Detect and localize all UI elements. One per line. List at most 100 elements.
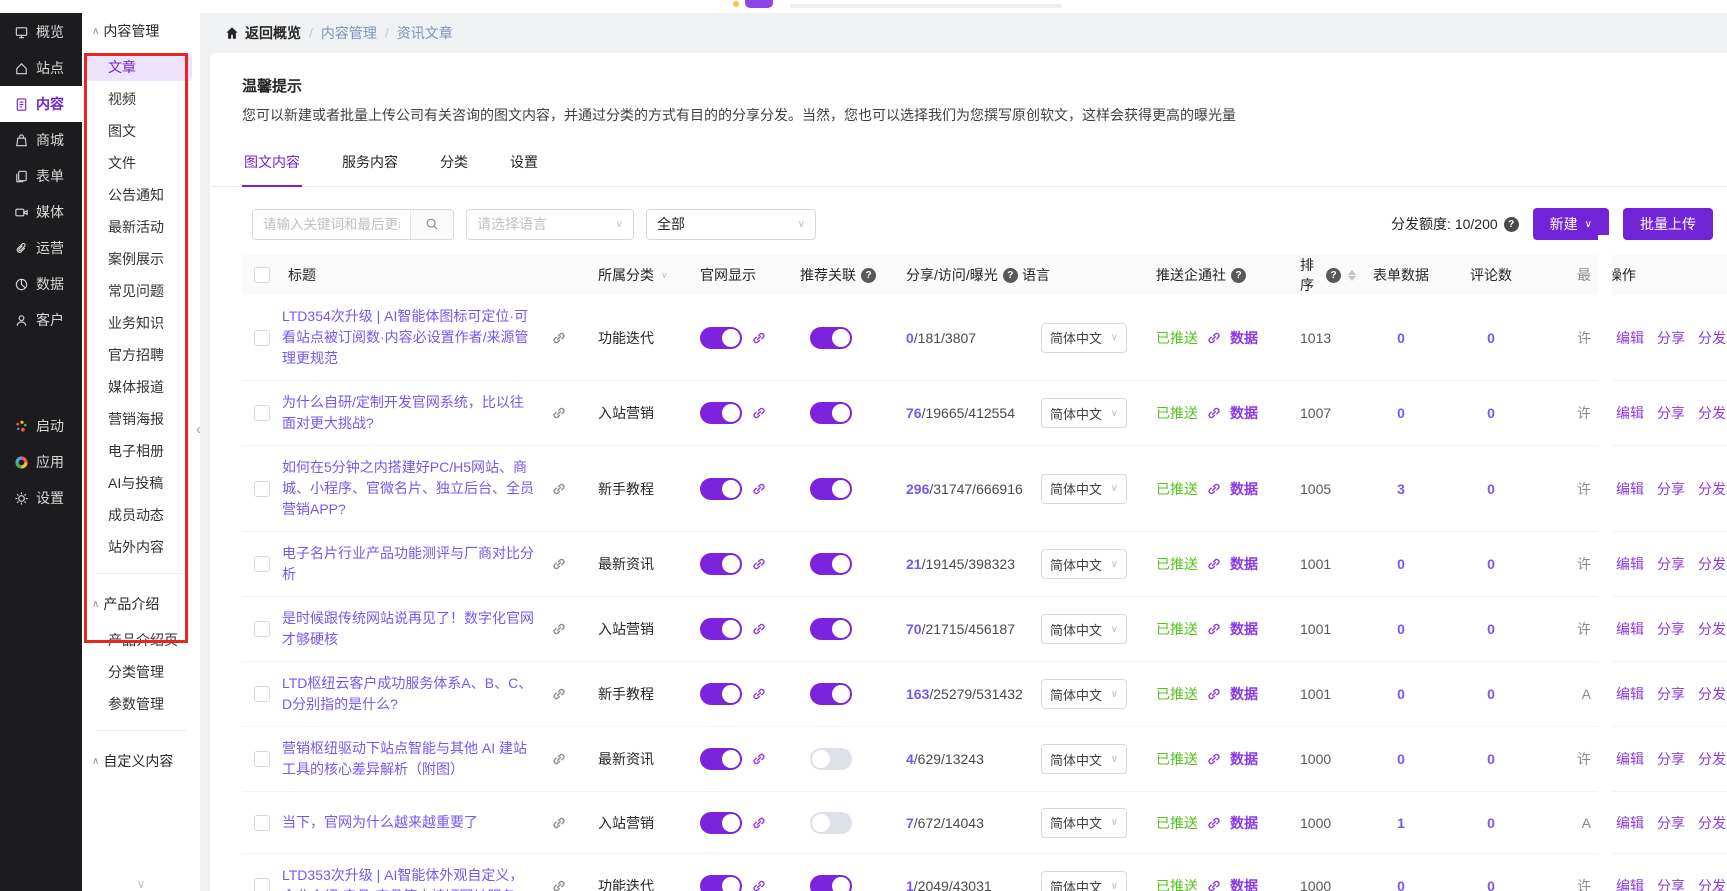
- distribute-action[interactable]: 分发: [1698, 554, 1726, 574]
- edit-action[interactable]: 编辑: [1616, 554, 1644, 574]
- row-language-select[interactable]: 简体中文 ∨: [1041, 549, 1127, 579]
- site-link-icon[interactable]: [751, 686, 767, 702]
- sidebar-item[interactable]: 商城: [0, 122, 82, 158]
- data-link[interactable]: 数据: [1230, 403, 1258, 423]
- form-data-count[interactable]: 1: [1397, 815, 1405, 831]
- submenu-item[interactable]: 文件: [86, 149, 192, 177]
- comment-count[interactable]: 0: [1487, 686, 1495, 702]
- push-link-icon[interactable]: [1206, 330, 1222, 346]
- push-link-icon[interactable]: [1206, 751, 1222, 767]
- row-language-select[interactable]: 简体中文 ∨: [1041, 614, 1127, 644]
- submenu-item[interactable]: 官方招聘: [86, 341, 192, 369]
- row-language-select[interactable]: 简体中文 ∨: [1041, 474, 1127, 504]
- link-icon[interactable]: [551, 481, 567, 497]
- submenu-item[interactable]: 最新活动: [86, 213, 192, 241]
- distribute-action[interactable]: 分发: [1698, 328, 1726, 348]
- recommend-toggle[interactable]: [810, 618, 852, 640]
- comment-count[interactable]: 0: [1487, 878, 1495, 891]
- sidebar-bottom-item[interactable]: 启动: [0, 408, 82, 444]
- row-checkbox[interactable]: [254, 686, 270, 702]
- comment-count[interactable]: 0: [1487, 556, 1495, 572]
- push-link-icon[interactable]: [1206, 556, 1222, 572]
- submenu-section-custom[interactable]: ∧ 自定义内容: [82, 743, 200, 779]
- sidebar-bottom-item[interactable]: 设置: [0, 480, 82, 516]
- tab[interactable]: 图文内容: [242, 143, 302, 187]
- sidebar-item[interactable]: 媒体: [0, 194, 82, 230]
- search-button[interactable]: [410, 210, 453, 239]
- comment-count[interactable]: 0: [1487, 751, 1495, 767]
- row-checkbox[interactable]: [254, 481, 270, 497]
- form-data-count[interactable]: 3: [1397, 481, 1405, 497]
- site-show-toggle[interactable]: [700, 618, 742, 640]
- row-language-select[interactable]: 简体中文 ∨: [1041, 808, 1127, 838]
- site-link-icon[interactable]: [751, 405, 767, 421]
- recommend-toggle[interactable]: [810, 812, 852, 834]
- edit-action[interactable]: 编辑: [1616, 749, 1644, 769]
- distribute-action[interactable]: 分发: [1698, 403, 1726, 423]
- sidebar-item[interactable]: 客户: [0, 302, 82, 338]
- sidebar-item[interactable]: 运营: [0, 230, 82, 266]
- col-sort[interactable]: 排序: [1300, 255, 1321, 295]
- form-data-count[interactable]: 0: [1397, 751, 1405, 767]
- submenu-item[interactable]: AI与投稿: [86, 469, 192, 497]
- data-link[interactable]: 数据: [1230, 554, 1258, 574]
- row-checkbox[interactable]: [254, 815, 270, 831]
- link-icon[interactable]: [551, 621, 567, 637]
- site-show-toggle[interactable]: [700, 553, 742, 575]
- comment-count[interactable]: 0: [1487, 815, 1495, 831]
- link-icon[interactable]: [551, 556, 567, 572]
- article-title-link[interactable]: LTD枢纽云客户成功服务体系A、B、C、D分别指的是什么?: [282, 673, 534, 715]
- search-input[interactable]: [253, 210, 410, 239]
- site-show-toggle[interactable]: [700, 812, 742, 834]
- share-action[interactable]: 分享: [1657, 479, 1685, 499]
- sidebar-bottom-chevron-icon[interactable]: ∨: [137, 877, 146, 891]
- help-icon[interactable]: ?: [1003, 268, 1018, 283]
- breadcrumb-level3[interactable]: 资讯文章: [397, 23, 453, 43]
- form-data-count[interactable]: 0: [1397, 878, 1405, 891]
- col-category[interactable]: 所属分类: [598, 265, 654, 285]
- row-language-select[interactable]: 简体中文 ∨: [1041, 323, 1127, 353]
- edit-action[interactable]: 编辑: [1616, 328, 1644, 348]
- submenu-item[interactable]: 常见问题: [86, 277, 192, 305]
- link-icon[interactable]: [551, 878, 567, 891]
- link-icon[interactable]: [551, 330, 567, 346]
- data-link[interactable]: 数据: [1230, 813, 1258, 833]
- sidebar-item[interactable]: 表单: [0, 158, 82, 194]
- submenu-item[interactable]: 成员动态: [86, 501, 192, 529]
- push-link-icon[interactable]: [1206, 878, 1222, 891]
- push-link-icon[interactable]: [1206, 405, 1222, 421]
- share-action[interactable]: 分享: [1657, 876, 1685, 891]
- share-action[interactable]: 分享: [1657, 554, 1685, 574]
- breadcrumb-home[interactable]: 返回概览: [225, 23, 301, 43]
- site-show-toggle[interactable]: [700, 478, 742, 500]
- submenu-item[interactable]: 产品介绍页: [86, 626, 192, 654]
- share-action[interactable]: 分享: [1657, 749, 1685, 769]
- submenu-item[interactable]: 业务知识: [86, 309, 192, 337]
- share-action[interactable]: 分享: [1657, 684, 1685, 704]
- edit-action[interactable]: 编辑: [1616, 403, 1644, 423]
- article-title-link[interactable]: 是时候跟传统网站说再见了！数字化官网才够硬核: [282, 608, 534, 650]
- push-link-icon[interactable]: [1206, 621, 1222, 637]
- data-link[interactable]: 数据: [1230, 479, 1258, 499]
- submenu-item[interactable]: 案例展示: [86, 245, 192, 273]
- form-data-count[interactable]: 0: [1397, 330, 1405, 346]
- row-language-select[interactable]: 简体中文 ∨: [1041, 398, 1127, 428]
- site-show-toggle[interactable]: [700, 402, 742, 424]
- edit-action[interactable]: 编辑: [1616, 619, 1644, 639]
- push-link-icon[interactable]: [1206, 815, 1222, 831]
- submenu-section-content[interactable]: ∧ 内容管理: [82, 13, 200, 49]
- row-language-select[interactable]: 简体中文 ∨: [1041, 744, 1127, 774]
- link-icon[interactable]: [551, 751, 567, 767]
- article-title-link[interactable]: LTD354次升级 | AI智能体图标可定位·可看站点被订阅数·内容必设置作者/…: [282, 306, 534, 369]
- row-checkbox[interactable]: [254, 556, 270, 572]
- site-show-toggle[interactable]: [700, 327, 742, 349]
- submenu-item[interactable]: 媒体报道: [86, 373, 192, 401]
- data-link[interactable]: 数据: [1230, 749, 1258, 769]
- distribute-action[interactable]: 分发: [1698, 479, 1726, 499]
- share-action[interactable]: 分享: [1657, 403, 1685, 423]
- comment-count[interactable]: 0: [1487, 481, 1495, 497]
- language-filter-select[interactable]: 请选择语言 ∨: [466, 209, 634, 240]
- submenu-item[interactable]: 营销海报: [86, 405, 192, 433]
- distribute-action[interactable]: 分发: [1698, 876, 1726, 891]
- breadcrumb-level2[interactable]: 内容管理: [321, 23, 377, 43]
